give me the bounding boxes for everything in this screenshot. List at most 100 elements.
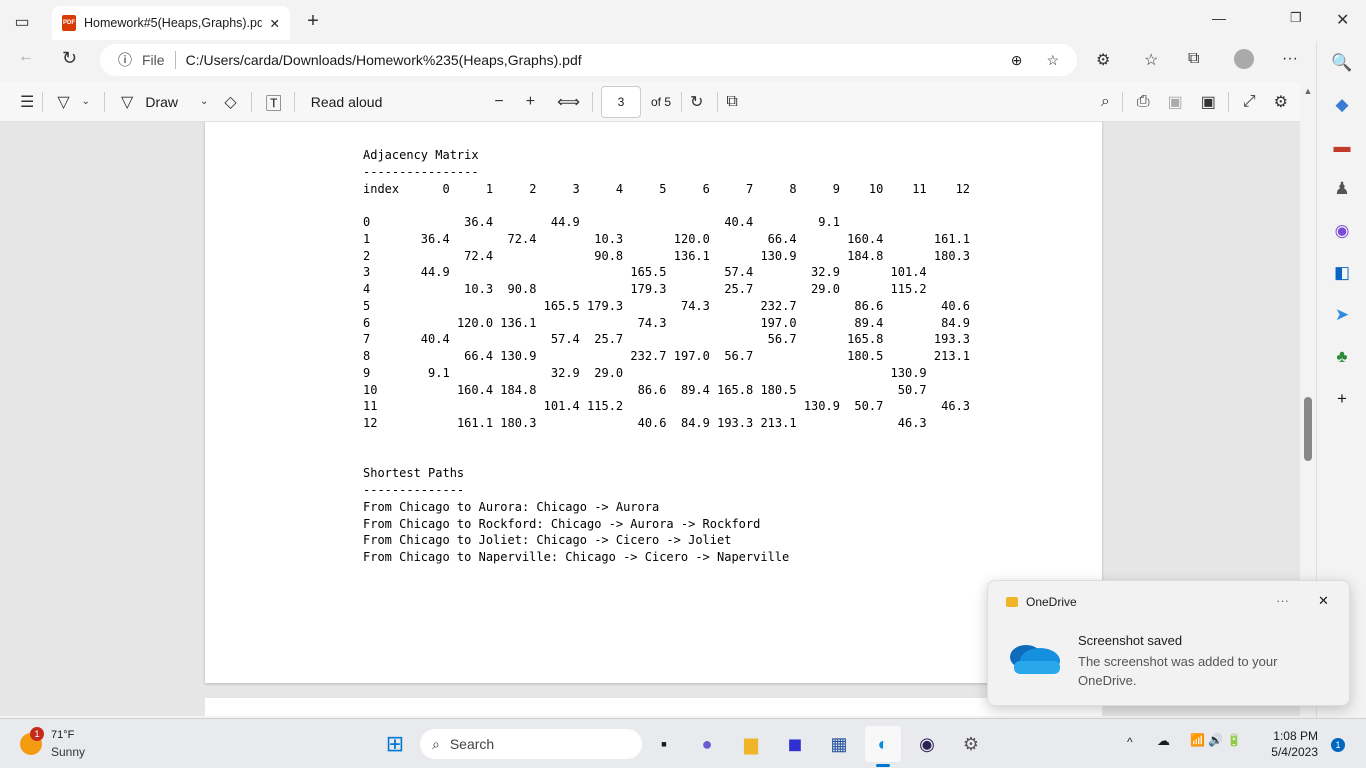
save-as-icon[interactable]: ▣ <box>1201 92 1216 112</box>
read-aloud-button[interactable]: Read aloud <box>311 94 383 110</box>
matrix-cell: 66.4 <box>450 349 493 363</box>
close-tab-icon[interactable]: ✕ <box>270 16 280 31</box>
tab-title: Homework#5(Heaps,Graphs).pdf <box>84 16 262 30</box>
print-icon[interactable]: ⎙ <box>1137 93 1150 111</box>
save-icon[interactable]: ▣ <box>1168 92 1183 112</box>
matrix-row: 8 66.4 130.9 232.7 197.0 56.7 180.5 213.… <box>363 348 970 365</box>
eclipse-icon[interactable]: ◉ <box>909 726 945 762</box>
matrix-cell <box>797 366 840 380</box>
row-index: 0 <box>363 215 406 229</box>
toast-more-icon[interactable]: ··· <box>1276 593 1289 608</box>
matrix-cell <box>883 232 926 246</box>
matrix-cell: 66.4 <box>753 232 796 246</box>
teams-icon[interactable]: ● <box>689 726 725 762</box>
matrix-cell: 179.3 <box>623 282 666 296</box>
matrix-cell <box>623 332 666 346</box>
file-label: File <box>142 52 165 68</box>
zoom-out-icon[interactable]: − <box>494 93 503 111</box>
app-icon[interactable]: ◼ <box>777 726 813 762</box>
send-icon[interactable]: ➤ <box>1317 294 1366 336</box>
matrix-cell: 56.7 <box>753 332 796 346</box>
paths-rule: -------------- <box>363 482 970 499</box>
wifi-volume-battery-icons[interactable]: 📶 🔊 🔋 <box>1190 733 1242 747</box>
matrix-cell: 72.4 <box>450 249 493 263</box>
collections-icon[interactable]: ⧉ <box>1188 50 1199 68</box>
row-index: 10 <box>363 383 406 397</box>
clock-time[interactable]: 1:08 PM <box>1270 729 1318 743</box>
restore-icon[interactable]: ❐ <box>1290 10 1302 26</box>
settings-app-icon[interactable]: ⚙ <box>953 726 989 762</box>
tab-active[interactable]: PDF Homework#5(Heaps,Graphs).pdf ✕ <box>52 6 290 40</box>
row-index: 11 <box>363 399 406 413</box>
tree-icon[interactable]: ♣ <box>1317 336 1366 378</box>
draw-dropdown-icon[interactable]: ⌄ <box>200 96 208 107</box>
start-icon[interactable]: ⊞ <box>377 726 413 762</box>
matrix-cell <box>753 366 796 380</box>
column-header: 12 <box>927 182 970 196</box>
zoom-icon[interactable]: ⊕ <box>1011 52 1023 69</box>
refresh-icon[interactable]: ↻ <box>62 48 77 69</box>
close-window-icon[interactable]: ✕ <box>1336 10 1349 30</box>
page-count: of 5 <box>651 95 671 109</box>
matrix-cell <box>797 383 840 397</box>
search-icon[interactable]: 🔍 <box>1317 42 1366 84</box>
settings-icon[interactable]: ⚙ <box>1274 92 1288 112</box>
search-icon[interactable]: ⌕ <box>1101 93 1110 111</box>
onedrive-tray-icon[interactable]: ☁ <box>1157 733 1170 749</box>
url-text[interactable]: C:/Users/carda/Downloads/Homework%235(He… <box>186 52 582 68</box>
rotate-icon[interactable]: ↻ <box>690 92 703 112</box>
add-icon[interactable]: + <box>1317 378 1366 420</box>
text-icon[interactable]: 🅃 <box>266 90 282 114</box>
page-number-input[interactable]: 3 <box>601 86 641 118</box>
minimize-icon[interactable]: — <box>1212 10 1226 26</box>
shopping-icon[interactable]: ◆ <box>1317 84 1366 126</box>
matrix-row: 1 36.4 72.4 10.3 120.0 66.4 160.4 161.1 <box>363 231 970 248</box>
highlight-icon[interactable]: ▽ <box>57 92 69 112</box>
games-icon[interactable]: ♟ <box>1317 168 1366 210</box>
toast-close-icon[interactable]: ✕ <box>1318 593 1329 609</box>
matrix-cell: 90.8 <box>493 282 536 296</box>
highlight-dropdown-icon[interactable]: ⌄ <box>82 96 90 107</box>
contents-icon[interactable]: ☰ <box>20 92 34 112</box>
zoom-in-icon[interactable]: + <box>526 93 535 111</box>
fit-width-icon[interactable]: ⟺ <box>557 92 580 112</box>
draw-icon[interactable]: ▽ <box>121 92 133 112</box>
favorite-add-icon[interactable]: ☆ <box>1046 52 1059 69</box>
taskbar-search[interactable]: ⌕Search <box>420 729 642 759</box>
more-icon[interactable]: ··· <box>1282 50 1298 68</box>
matrix-cell <box>493 265 536 279</box>
outlook-icon[interactable]: ◧ <box>1317 252 1366 294</box>
back-icon[interactable]: ← <box>18 48 34 66</box>
task-view-icon[interactable]: ▪ <box>646 726 682 762</box>
profile-avatar[interactable] <box>1234 49 1254 69</box>
new-tab-icon[interactable]: + <box>302 10 324 32</box>
address-bar[interactable]: ⓘ File C:/Users/carda/Downloads/Homework… <box>100 44 1077 76</box>
office-icon[interactable]: ◉ <box>1317 210 1366 252</box>
onedrive-notification[interactable]: OneDrive ··· ✕ Screenshot saved The scre… <box>987 580 1350 706</box>
matrix-cell <box>493 249 536 263</box>
matrix-cell: 40.4 <box>710 215 753 229</box>
notification-badge[interactable]: 1 <box>1331 738 1345 752</box>
show-hidden-icons[interactable]: ^ <box>1127 735 1133 749</box>
matrix-cell <box>493 215 536 229</box>
store-icon[interactable]: ▦ <box>821 726 857 762</box>
draw-button[interactable]: Draw <box>145 94 178 110</box>
file-explorer-icon[interactable]: ▆ <box>733 726 769 762</box>
matrix-cell <box>623 215 666 229</box>
matrix-cell <box>450 399 493 413</box>
fullscreen-icon[interactable]: ⤢ <box>1243 93 1256 111</box>
favorites-icon[interactable]: ☆ <box>1144 50 1158 70</box>
path-line: From Chicago to Rockford: Chicago -> Aur… <box>363 516 970 533</box>
column-header: 7 <box>710 182 753 196</box>
matrix-cell <box>667 265 710 279</box>
edge-icon[interactable]: ◐ <box>865 726 901 762</box>
scrollbar-thumb[interactable] <box>1304 397 1312 461</box>
page-view-icon[interactable]: ⧉ <box>726 93 737 111</box>
matrix-cell <box>536 282 579 296</box>
matrix-cell: 193.3 <box>927 332 970 346</box>
tab-actions-icon[interactable]: ▭ <box>12 12 32 32</box>
extensions-icon[interactable]: ⚙ <box>1096 50 1110 70</box>
tools-icon[interactable]: ▬ <box>1317 126 1366 168</box>
eraser-icon[interactable]: ◇ <box>224 92 236 112</box>
clock-date[interactable]: 5/4/2023 <box>1266 745 1318 759</box>
